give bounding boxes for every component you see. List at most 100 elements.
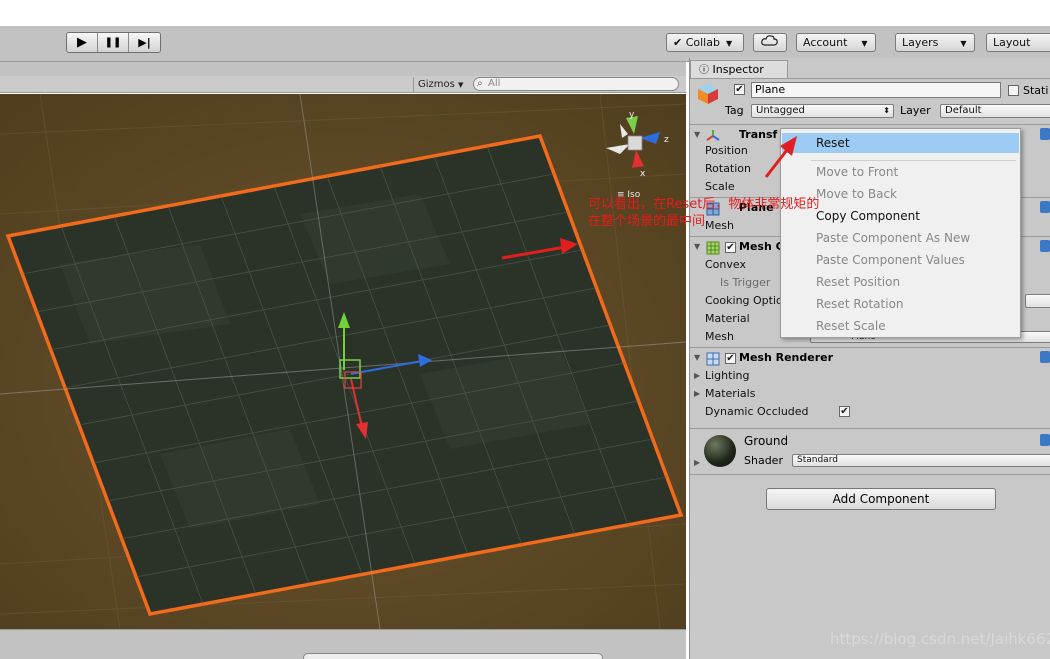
annotation-line-2: 在整个场景的最中间 (588, 214, 706, 229)
chevron-down-icon: ▼ (458, 81, 464, 89)
dynamic-occluded-label: Dynamic Occluded (705, 405, 809, 418)
menu-item-label: Reset Rotation (816, 297, 904, 311)
step-button[interactable]: ▶| (129, 33, 160, 52)
mesh-renderer-enabled-checkbox[interactable]: ✔ (725, 353, 736, 364)
layer-label: Layer (900, 104, 931, 117)
divider (690, 474, 1050, 475)
mesh-filter-settings-icon[interactable] (1040, 201, 1050, 213)
layers-button[interactable]: Layers ▼ (895, 33, 975, 52)
play-icon: ▶ (77, 35, 87, 50)
divider (690, 347, 1050, 348)
layer-value: Default (945, 105, 982, 116)
mesh-renderer-settings-icon[interactable] (1040, 351, 1050, 363)
foldout-expanded-icon: ▼ (694, 353, 701, 362)
position-label: Position (705, 144, 748, 157)
menu-item-reset-rotation[interactable]: Reset Rotation (782, 294, 1019, 314)
cooking-options-dropdown[interactable] (1025, 294, 1050, 308)
checkmark-icon: ✔ (840, 406, 849, 417)
layer-dropdown[interactable]: Default (940, 104, 1050, 118)
layers-label: Layers (902, 36, 939, 49)
add-component-label: Add Component (832, 492, 930, 506)
menu-item-label: Reset Scale (816, 319, 886, 333)
chevron-down-icon: ▼ (861, 39, 868, 48)
menu-item-reset-position[interactable]: Reset Position (782, 272, 1019, 292)
menu-item-label: Paste Component Values (816, 253, 965, 267)
layout-button[interactable]: Layout (986, 33, 1050, 52)
transform-title: Transf (739, 128, 778, 141)
static-checkbox[interactable] (1008, 85, 1019, 96)
menu-item-label: Reset Position (816, 275, 901, 289)
mesh-collider-enabled-checkbox[interactable]: ✔ (725, 242, 736, 253)
watermark: https://blog.csdn.net/Jaihk662 (830, 630, 1050, 648)
playback-controls: ▶ ❚❚ ▶| (66, 32, 161, 53)
menu-item-paste-component-as-new[interactable]: Paste Component As New (782, 228, 1019, 248)
static-label: Stati (1023, 84, 1049, 97)
mesh-renderer-title: Mesh Renderer (739, 351, 834, 364)
pause-button[interactable]: ❚❚ (98, 33, 129, 52)
gizmos-label: Gizmos (418, 79, 455, 90)
scene-tab-strip (0, 62, 686, 76)
material-settings-icon[interactable] (1040, 434, 1050, 446)
gameobject-cube-icon (698, 84, 718, 104)
menu-item-label: Reset (816, 136, 850, 150)
transform-settings-icon[interactable] (1040, 128, 1050, 140)
mesh-collider-settings-icon[interactable] (1040, 240, 1050, 252)
main-toolbar: ▶ ❚❚ ▶| ✔ Collab ▼ Account ▼ Layers ▼ Layou… (0, 26, 1050, 62)
step-icon: ▶| (138, 36, 151, 49)
dynamic-occluded-checkbox[interactable]: ✔ (839, 406, 850, 417)
layout-label: Layout (993, 36, 1031, 49)
axis-z-label: z (664, 135, 669, 145)
chevron-down-icon: ▼ (725, 39, 733, 48)
play-button[interactable]: ▶ (67, 33, 98, 52)
is-trigger-label: Is Trigger (720, 276, 771, 289)
shader-dropdown[interactable]: Standard (792, 454, 1050, 467)
material-label: Material (705, 312, 750, 325)
project-search-input[interactable] (303, 653, 603, 659)
cloud-button[interactable] (753, 33, 787, 52)
mesh-renderer-header[interactable]: ▼ ✔ Mesh Renderer (690, 349, 1050, 369)
collab-button[interactable]: ✔ Collab ▼ (666, 33, 744, 52)
scene-search-placeholder: All (488, 78, 501, 89)
tag-value: Untagged (756, 105, 805, 116)
cloud-icon (761, 35, 778, 46)
menu-item-move-to-front[interactable]: Move to Front (782, 162, 1019, 182)
menu-item-label: Move to Back (816, 187, 897, 201)
scene-viewport[interactable]: y z x ≡ Iso (0, 94, 686, 629)
shader-value: Standard (797, 455, 838, 465)
foldout-collapsed-icon[interactable]: ▶ (694, 371, 700, 380)
foldout-collapsed-icon[interactable]: ▶ (694, 458, 700, 467)
materials-label[interactable]: Materials (705, 387, 755, 400)
project-panel-header (0, 629, 686, 659)
menu-item-label: Copy Component (816, 209, 920, 223)
foldout-expanded-icon: ▼ (694, 130, 701, 139)
tag-dropdown[interactable]: Untagged ⬍ (751, 104, 894, 118)
add-component-button[interactable]: Add Component (766, 488, 996, 510)
convex-label: Convex (705, 258, 746, 271)
menu-item-reset-scale[interactable]: Reset Scale (782, 316, 1019, 336)
divider (690, 428, 1050, 429)
info-icon: ⓘ (699, 65, 709, 76)
cooking-options-label: Cooking Optio (705, 294, 783, 307)
account-button[interactable]: Account ▼ (796, 33, 876, 52)
foldout-collapsed-icon[interactable]: ▶ (694, 389, 700, 398)
axis-y-label: y (629, 110, 635, 120)
menu-item-label: Paste Component As New (816, 231, 971, 245)
menu-item-reset[interactable]: Reset (782, 133, 1019, 153)
active-checkbox[interactable]: ✔ (734, 84, 745, 95)
gizmos-dropdown[interactable]: Gizmos ▼ (413, 77, 467, 92)
mesh-renderer-icon (706, 352, 720, 366)
lighting-label[interactable]: Lighting (705, 369, 749, 382)
scene-search-input[interactable]: ⌕ All (473, 77, 679, 91)
divider (690, 78, 1050, 79)
tab-inspector[interactable]: ⓘ Inspector (690, 60, 788, 78)
object-name-field[interactable]: Plane (751, 82, 1001, 98)
scene-canvas: y z x ≡ Iso (0, 94, 686, 629)
updown-icon: ⬍ (883, 106, 890, 115)
menu-item-paste-component-values[interactable]: Paste Component Values (782, 250, 1019, 270)
mesh-collider-icon (706, 241, 720, 255)
search-icon: ⌕ (477, 78, 483, 89)
divider (690, 124, 1050, 125)
menu-item-label: Move to Front (816, 165, 899, 179)
foldout-expanded-icon: ▼ (694, 242, 701, 251)
account-label: Account (803, 36, 848, 49)
